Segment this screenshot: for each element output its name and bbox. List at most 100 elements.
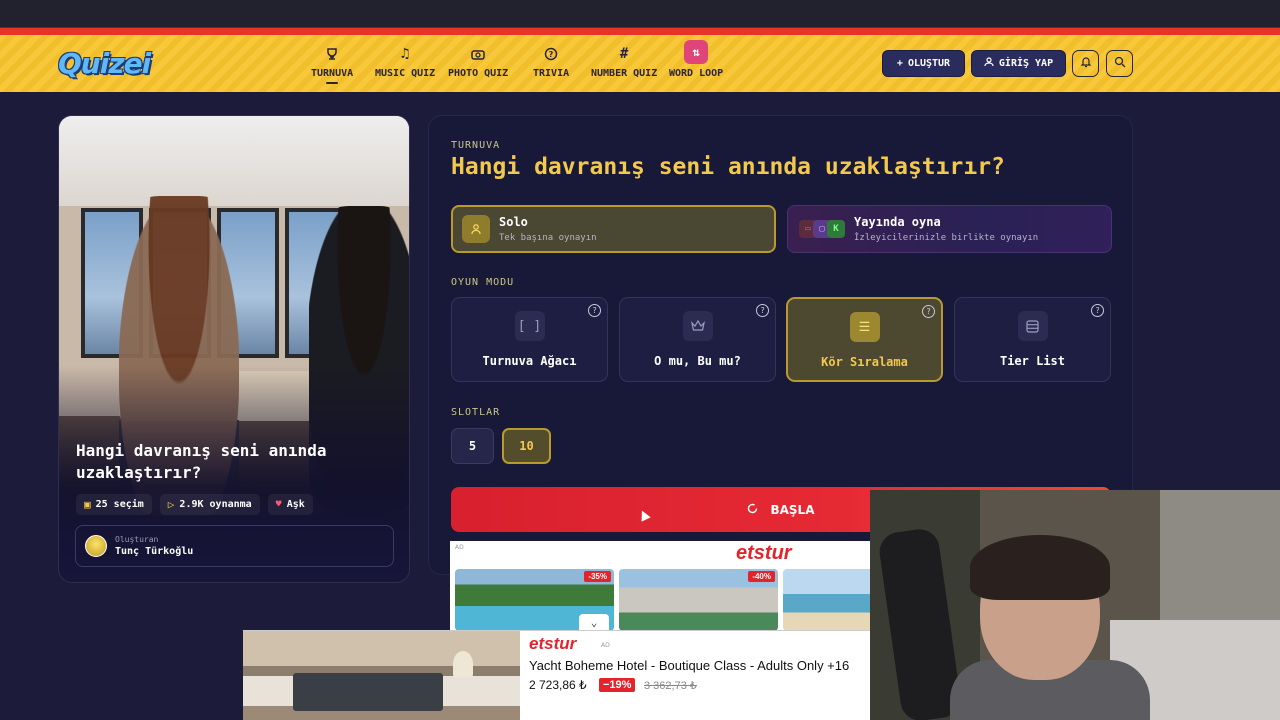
quiz-cover-card: Hangi davranış seni anında uzaklaştırır?… bbox=[58, 115, 410, 583]
question-bubble-icon: ? bbox=[544, 44, 558, 64]
ad-lamp bbox=[453, 651, 473, 677]
creator-name: Tunç Türkoğlu bbox=[115, 546, 194, 557]
webcam-overlay bbox=[870, 490, 1280, 720]
ad-bed bbox=[293, 673, 443, 711]
ad-price: 2 723,86 ₺ bbox=[529, 678, 587, 692]
user-icon bbox=[984, 57, 994, 70]
nav-label: TRIVIA bbox=[533, 68, 570, 79]
ad-banner-sticky[interactable]: etstur AD Yacht Boheme Hotel - Boutique … bbox=[243, 630, 870, 720]
stream-title: Yayında oyna bbox=[854, 215, 941, 229]
play-icon: ▷ bbox=[167, 498, 175, 511]
main-navbar: Quizei TURNUVA ♫ MUSIC QUIZ PHOTO QUIZ ?… bbox=[0, 35, 1280, 92]
crown-icon bbox=[682, 311, 713, 341]
loading-spinner-icon bbox=[747, 503, 758, 517]
login-button[interactable]: GİRİŞ YAP bbox=[971, 50, 1066, 77]
list-box-icon bbox=[1017, 311, 1048, 341]
cover-wall bbox=[59, 116, 409, 206]
nav-item-music-quiz[interactable]: ♫ MUSIC QUIZ bbox=[375, 44, 435, 79]
nav-item-word-loop[interactable]: ⇅ WORD LOOP bbox=[669, 40, 724, 79]
quiz-card-title: Hangi davranış seni anında uzaklaştırır? bbox=[76, 441, 327, 482]
chevron-down-icon[interactable]: ⌄ bbox=[579, 614, 609, 631]
solo-play-button[interactable]: Solo Tek başına oynayın bbox=[451, 205, 776, 253]
nav-item-trivia[interactable]: ? TRIVIA bbox=[533, 44, 569, 79]
page-title: Hangi davranış seni anında uzaklaştırır? bbox=[451, 154, 1005, 180]
bracket-icon: [ ] bbox=[514, 311, 545, 341]
hotel-tile[interactable]: -40% bbox=[619, 569, 778, 631]
active-indicator bbox=[326, 82, 339, 84]
images-icon: ▣ bbox=[84, 498, 91, 511]
search-icon bbox=[1114, 56, 1126, 71]
browser-top-strip bbox=[0, 0, 1280, 28]
slots-label: SLOTLAR bbox=[451, 407, 501, 418]
plays-stat: ▷ 2.9K oynanma bbox=[159, 494, 260, 515]
trophy-icon bbox=[325, 44, 339, 64]
choices-count: 25 seçim bbox=[95, 499, 144, 510]
plus-icon: + bbox=[896, 58, 903, 69]
nav-item-turnuva[interactable]: TURNUVA bbox=[311, 44, 353, 84]
ad-discount: −19% bbox=[599, 678, 636, 692]
ranked-list-icon: ☰ bbox=[849, 312, 880, 342]
quiz-stats: ▣ 25 seçim ▷ 2.9K oynanma ♥ Aşk bbox=[76, 494, 313, 515]
mode-option-blind-ranking[interactable]: ? ☰ Kör Sıralama bbox=[786, 297, 943, 382]
search-button[interactable] bbox=[1106, 50, 1133, 77]
camera-icon bbox=[471, 44, 485, 64]
solo-title: Solo bbox=[499, 215, 528, 229]
nav-label: NUMBER QUIZ bbox=[591, 68, 658, 79]
site-logo[interactable]: Quizei bbox=[58, 47, 151, 80]
mode-option-label: O mu, Bu mu? bbox=[654, 354, 741, 368]
webcam-hair bbox=[970, 535, 1110, 600]
choices-stat: ▣ 25 seçim bbox=[76, 494, 152, 515]
mode-option-this-or-that[interactable]: ? O mu, Bu mu? bbox=[619, 297, 776, 382]
game-mode-label: OYUN MODU bbox=[451, 277, 515, 288]
ad-hotel-name: Yacht Boheme Hotel - Boutique Class - Ad… bbox=[529, 658, 850, 673]
avatar bbox=[85, 535, 107, 557]
help-icon[interactable]: ? bbox=[588, 304, 601, 317]
stream-play-button[interactable]: ▭ ▢ K Yayında oyna İzleyicilerinizle bir… bbox=[787, 205, 1112, 253]
bell-icon bbox=[1080, 56, 1092, 71]
heart-icon: ♥ bbox=[275, 499, 282, 510]
nav-label: TURNUVA bbox=[311, 68, 354, 79]
creator-caption: Oluşturan bbox=[115, 535, 159, 544]
plays-count: 2.9K oynanma bbox=[179, 499, 252, 510]
creator-box[interactable]: Oluşturan Tunç Türkoğlu bbox=[75, 525, 394, 567]
music-note-icon: ♫ bbox=[400, 46, 410, 62]
hotel-tile[interactable] bbox=[783, 569, 870, 631]
login-label: GİRİŞ YAP bbox=[998, 58, 1054, 69]
help-icon[interactable]: ? bbox=[922, 305, 935, 318]
notifications-button[interactable] bbox=[1072, 50, 1099, 77]
ad-old-price: 3 362,73 ₺ bbox=[644, 680, 697, 692]
slot-option-5[interactable]: 5 bbox=[451, 428, 494, 464]
discount-badge: -35% bbox=[584, 571, 611, 582]
mode-option-label: Tier List bbox=[999, 354, 1066, 368]
hash-icon: # bbox=[619, 46, 629, 62]
discount-badge: -40% bbox=[748, 571, 775, 582]
stream-subtitle: İzleyicilerinizle birlikte oynayın bbox=[854, 233, 1039, 243]
create-label: OLUŞTUR bbox=[907, 58, 951, 69]
help-icon[interactable]: ? bbox=[756, 304, 769, 317]
category-badge[interactable]: ♥ Aşk bbox=[267, 494, 313, 515]
top-accent-line bbox=[0, 28, 1280, 35]
nav-label: WORD LOOP bbox=[669, 68, 724, 79]
slot-option-10[interactable]: 10 bbox=[502, 428, 551, 464]
panel-kicker: TURNUVA bbox=[451, 140, 501, 151]
ad-hotel-image bbox=[243, 631, 520, 720]
ad-banner-hotels[interactable]: AD etstur -35% -40% ⌄ bbox=[450, 541, 870, 631]
nav-item-number-quiz[interactable]: # NUMBER QUIZ bbox=[591, 44, 657, 79]
etstur-logo: etstur bbox=[529, 634, 577, 653]
nav-label: PHOTO QUIZ bbox=[448, 68, 509, 79]
mode-option-bracket[interactable]: ? [ ] Turnuva Ağacı bbox=[451, 297, 608, 382]
help-icon[interactable]: ? bbox=[1091, 304, 1104, 317]
stream-platform-icons: ▭ ▢ K bbox=[797, 220, 845, 238]
category-label: Aşk bbox=[286, 499, 305, 510]
user-icon bbox=[462, 215, 490, 243]
create-button[interactable]: + OLUŞTUR bbox=[882, 50, 965, 77]
ad-tag: AD bbox=[455, 544, 464, 551]
solo-subtitle: Tek başına oynayın bbox=[499, 233, 597, 243]
start-label: BAŞLA bbox=[770, 502, 815, 517]
kick-icon: K bbox=[827, 220, 845, 238]
nav-label: MUSIC QUIZ bbox=[375, 68, 436, 79]
mode-option-tier-list[interactable]: ? Tier List bbox=[954, 297, 1111, 382]
mode-option-label: Kör Sıralama bbox=[821, 355, 908, 369]
ad-tag: AD bbox=[601, 642, 610, 649]
nav-item-photo-quiz[interactable]: PHOTO QUIZ bbox=[448, 44, 508, 79]
